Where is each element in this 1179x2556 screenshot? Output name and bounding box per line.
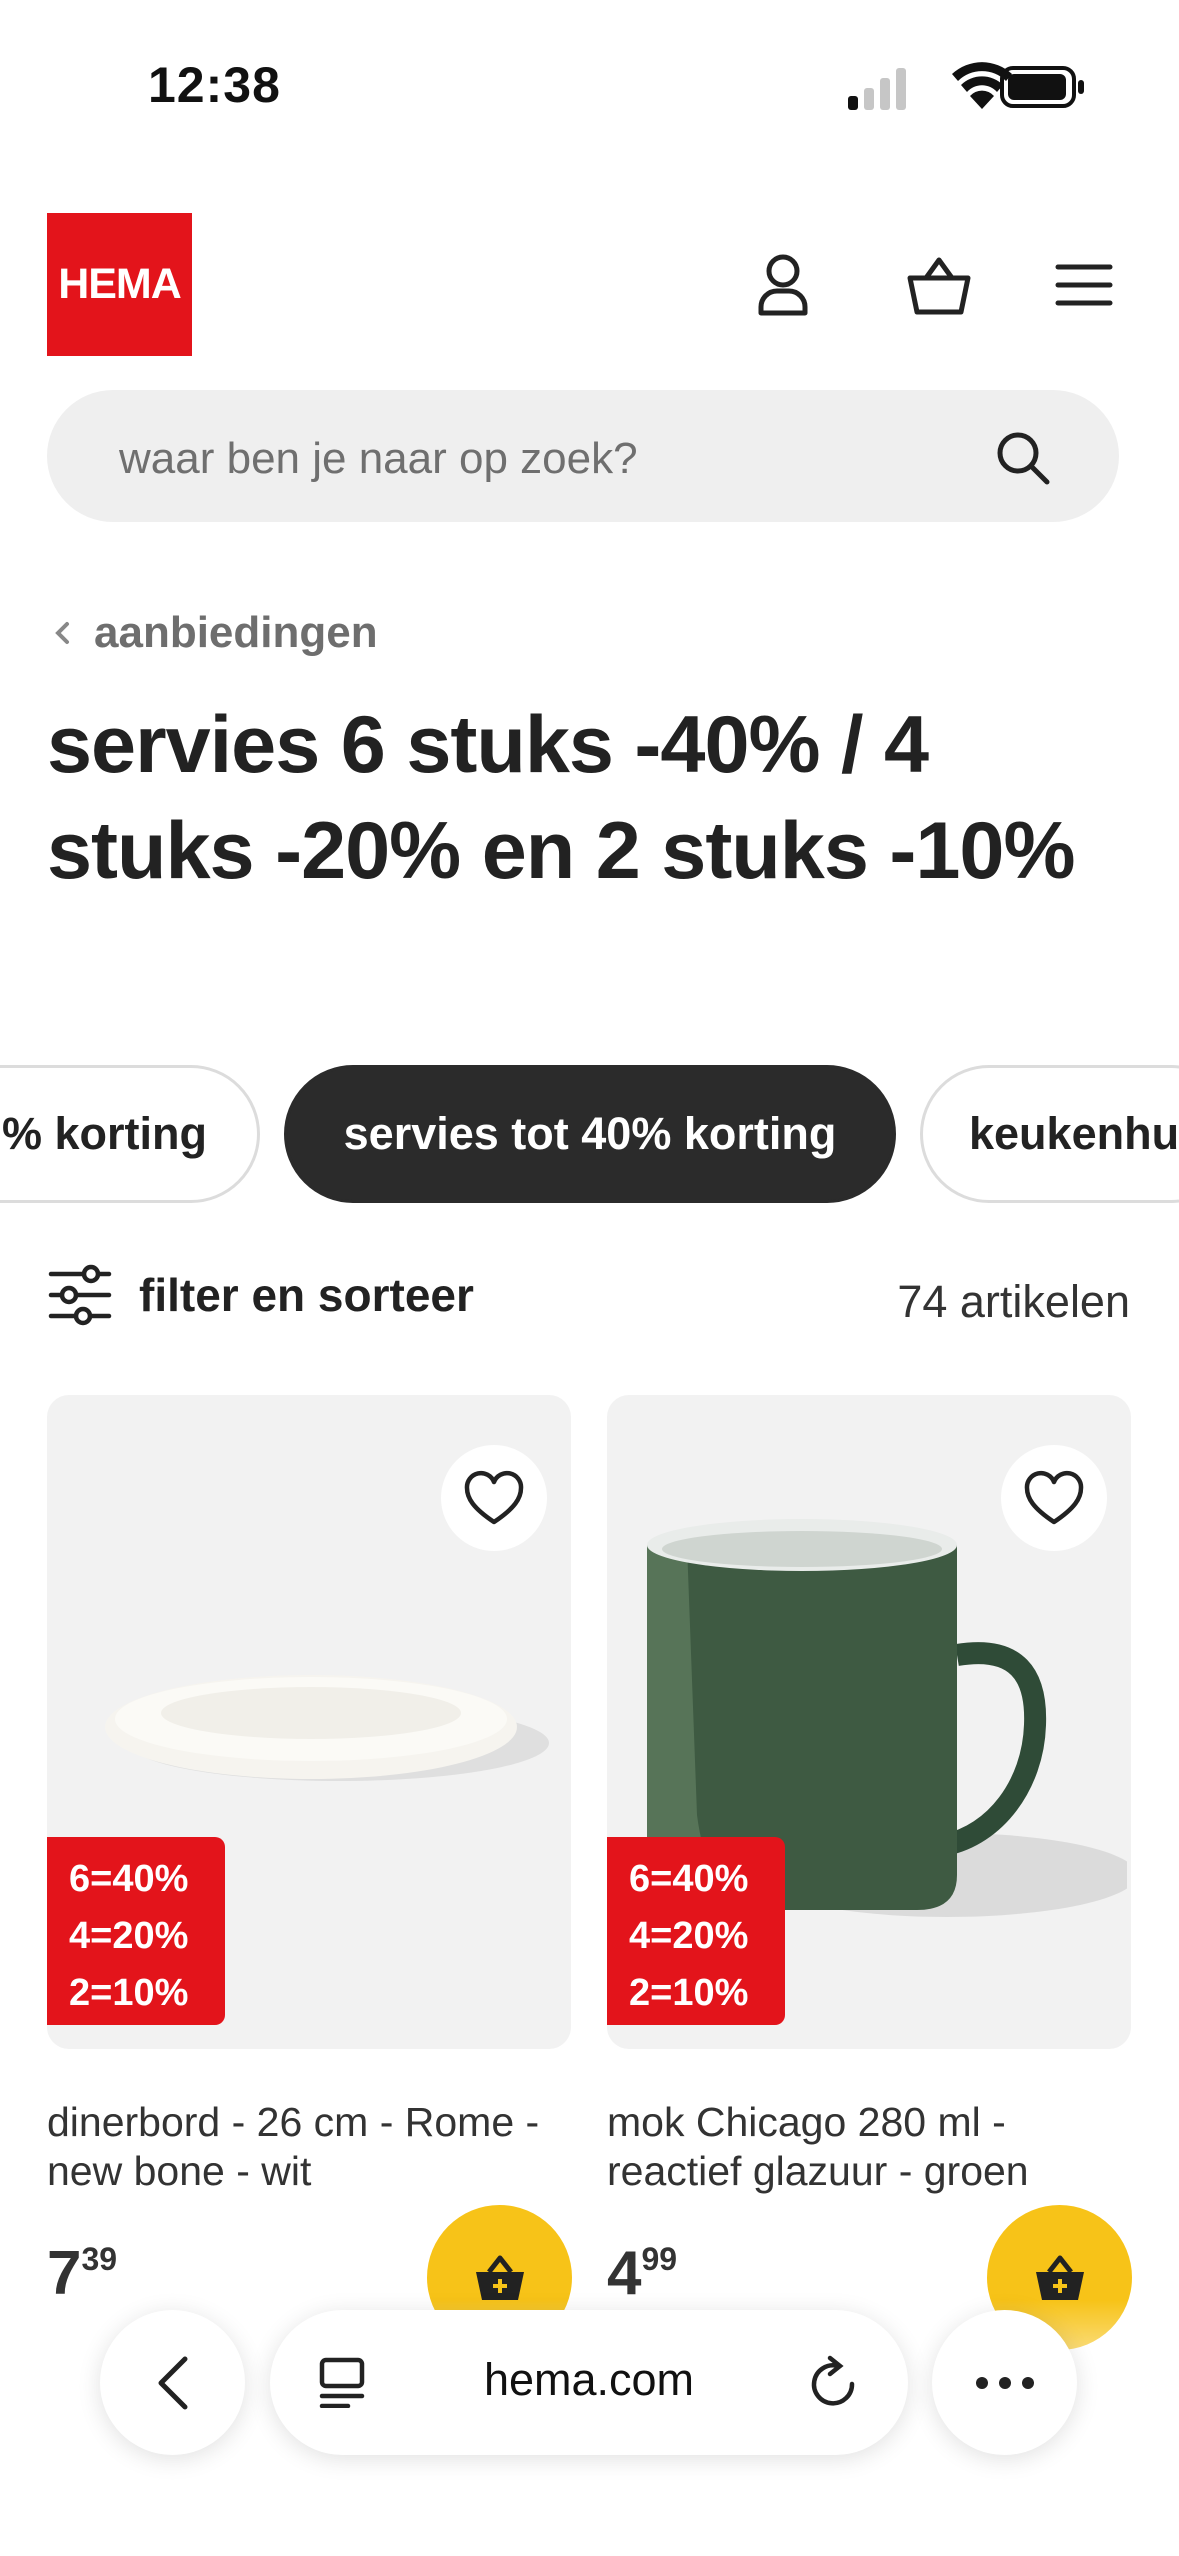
badge-line: 2=10%: [629, 1972, 749, 2014]
product-name[interactable]: mok Chicago 280 ml - reactief glazuur - …: [607, 2098, 1147, 2196]
product-price: 499: [607, 2238, 677, 2309]
chip-korting[interactable]: % korting: [0, 1065, 260, 1203]
search-bar[interactable]: waar ben je naar op zoek?: [47, 390, 1119, 522]
badge-line: 6=40%: [69, 1858, 189, 1900]
page: 12:38 HEMA waar ben je naar op zoek? aan…: [0, 0, 1179, 2556]
price-cents: 39: [81, 2241, 118, 2277]
product-image-mok-chicago[interactable]: 6=40% 4=20% 2=10%: [607, 1395, 1131, 2049]
price-euros: 7: [47, 2239, 82, 2308]
add-to-basket-icon: [475, 2255, 524, 2300]
address-bar[interactable]: hema.com: [270, 2310, 908, 2455]
chip-keukenhu[interactable]: keukenhu: [920, 1065, 1179, 1203]
product-price: 739: [47, 2238, 117, 2309]
product-image-dinerbord[interactable]: 6=40% 4=20% 2=10%: [47, 1395, 571, 2049]
account-icon[interactable]: [748, 250, 818, 320]
reload-icon[interactable]: [808, 2354, 862, 2412]
plate-image: [105, 1675, 549, 1781]
price-euros: 4: [607, 2239, 642, 2308]
basket-icon[interactable]: [904, 250, 974, 320]
chevron-left-icon: [55, 622, 69, 644]
favorite-heart-icon[interactable]: [1001, 1445, 1107, 1551]
status-icons: [848, 62, 1084, 110]
discount-badge: 6=40% 4=20% 2=10%: [607, 1837, 785, 2025]
more-dots-icon: [975, 2376, 1034, 2389]
back-button[interactable]: [100, 2310, 245, 2455]
search-icon[interactable]: [993, 428, 1053, 488]
search-input[interactable]: waar ben je naar op zoek?: [119, 434, 638, 484]
product-name[interactable]: dinerbord - 26 cm - Rome - new bone - wi…: [47, 2098, 587, 2196]
more-options-button[interactable]: [932, 2310, 1077, 2455]
breadcrumb-label[interactable]: aanbiedingen: [94, 608, 378, 658]
price-cents: 99: [641, 2241, 678, 2277]
chip-label: servies tot 40% korting: [343, 1108, 837, 1159]
breadcrumb[interactable]: aanbiedingen: [52, 608, 378, 658]
filter-label[interactable]: filter en sorteer: [139, 1268, 474, 1322]
hema-logo[interactable]: HEMA: [47, 213, 192, 356]
chip-servies-tot-40-korting[interactable]: servies tot 40% korting: [284, 1065, 896, 1203]
badge-line: 6=40%: [629, 1858, 749, 1900]
badge-line: 4=20%: [629, 1915, 749, 1957]
article-count: 74 artikelen: [897, 1276, 1130, 1327]
cellular-signal-icon: [848, 68, 906, 110]
filter-sliders-icon: [48, 1264, 112, 1326]
discount-badge: 6=40% 4=20% 2=10%: [47, 1837, 225, 2025]
badge-line: 4=20%: [69, 1915, 189, 1957]
filter-button[interactable]: filter en sorteer: [47, 1262, 474, 1328]
chip-label: % korting: [1, 1108, 207, 1159]
page-title: servies 6 stuks -40% / 4 stuks -20% en 2…: [47, 700, 1075, 896]
badge-line: 2=10%: [69, 1972, 189, 2014]
status-time: 12:38: [148, 57, 281, 113]
chevron-left-icon: [158, 2356, 187, 2409]
menu-icon[interactable]: [1049, 250, 1119, 320]
add-to-basket-icon: [1035, 2255, 1084, 2300]
chip-label: keukenhu: [969, 1108, 1179, 1159]
favorite-heart-icon[interactable]: [441, 1445, 547, 1551]
battery-icon: [1000, 66, 1084, 108]
